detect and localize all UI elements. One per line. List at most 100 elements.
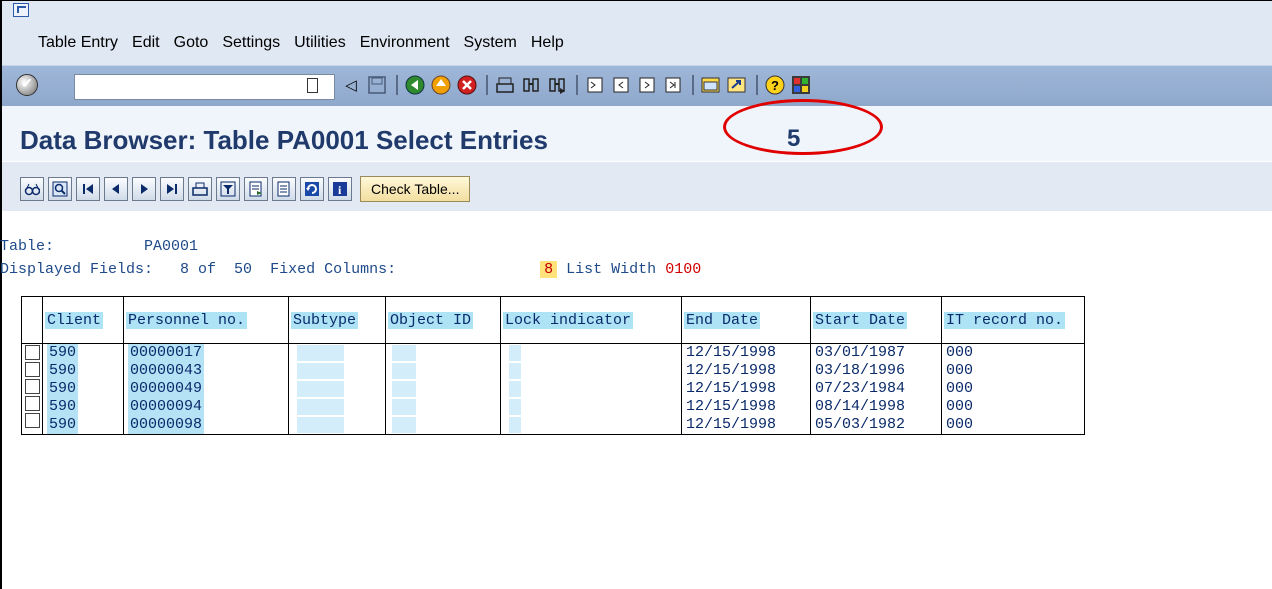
end-date-cell[interactable]: 12/15/1998 [682, 380, 810, 398]
client-cell[interactable]: 590 [43, 416, 123, 434]
refresh-icon[interactable] [300, 177, 324, 201]
end-date-cell[interactable]: 12/15/1998 [682, 398, 810, 416]
print-list-icon[interactable] [188, 177, 212, 201]
column-header-client[interactable]: Client [42, 296, 124, 344]
column-header-personnel-no[interactable]: Personnel no. [123, 296, 289, 344]
lock-indicator-cell[interactable] [509, 344, 681, 362]
personnel-no-cell[interactable]: 00000049 [124, 380, 288, 398]
client-cell[interactable]: 590 [43, 344, 123, 362]
it-record-no-cell[interactable]: 000 [942, 398, 1084, 416]
help-icon[interactable]: ? [764, 74, 786, 96]
start-date-cell[interactable]: 08/14/1998 [811, 398, 941, 416]
export-icon[interactable] [244, 177, 268, 201]
column-header-start-date[interactable]: Start Date [810, 296, 942, 344]
subtype-cell[interactable] [297, 416, 385, 434]
personnel-no-cell[interactable]: 00000094 [124, 398, 288, 416]
lock-indicator-cell[interactable] [509, 362, 681, 380]
next-page-icon[interactable] [636, 74, 658, 96]
object-id-cell[interactable] [392, 398, 500, 416]
first-page-icon[interactable] [584, 74, 606, 96]
object-id-cell[interactable] [392, 416, 500, 434]
start-date-cell[interactable]: 03/18/1996 [811, 362, 941, 380]
end-date-cell[interactable]: 12/15/1998 [682, 344, 810, 362]
menu-environment[interactable]: Environment [360, 34, 450, 52]
column-header-lock-indicator[interactable]: Lock indicator [500, 296, 682, 344]
select-all-header[interactable] [21, 296, 43, 344]
menu-utilities[interactable]: Utilities [294, 34, 346, 52]
list-width-value[interactable]: 0100 [665, 261, 702, 278]
menu-settings[interactable]: Settings [222, 34, 280, 52]
enter-icon[interactable] [16, 74, 38, 96]
back-icon[interactable] [404, 74, 426, 96]
personnel-no-cell[interactable]: 00000017 [124, 344, 288, 362]
object-id-cell[interactable] [392, 362, 500, 380]
next-record-icon[interactable] [132, 177, 156, 201]
column-header-subtype[interactable]: Subtype [288, 296, 386, 344]
it-record-no-cell[interactable]: 000 [942, 416, 1084, 434]
menu-table-entry[interactable]: Table Entry [38, 34, 118, 52]
it-record-no-cell[interactable]: 000 [942, 380, 1084, 398]
it-record-no-cell[interactable]: 000 [942, 362, 1084, 380]
spreadsheet-icon[interactable] [272, 177, 296, 201]
print-icon[interactable] [494, 74, 516, 96]
empty-value [392, 417, 416, 433]
lock-indicator-cell[interactable] [509, 380, 681, 398]
dropdown-icon[interactable] [307, 78, 318, 93]
row-checkbox[interactable] [25, 379, 40, 394]
column-header-it-record-no[interactable]: IT record no. [941, 296, 1085, 344]
start-date-cell[interactable]: 05/03/1982 [811, 416, 941, 434]
row-checkbox[interactable] [25, 413, 40, 428]
check-entries-icon[interactable] [48, 177, 72, 201]
menu-goto[interactable]: Goto [174, 34, 209, 52]
new-session-icon[interactable] [700, 74, 722, 96]
first-record-icon[interactable] [76, 177, 100, 201]
exit-icon[interactable] [430, 74, 452, 96]
row-checkbox[interactable] [25, 345, 40, 360]
column-header-end-date[interactable]: End Date [681, 296, 811, 344]
subtype-cell[interactable] [297, 362, 385, 380]
object-id-cell[interactable] [392, 380, 500, 398]
prev-page-icon[interactable] [610, 74, 632, 96]
find-icon[interactable] [520, 74, 542, 96]
lock-indicator-cell[interactable] [509, 416, 681, 434]
menu-edit[interactable]: Edit [132, 34, 160, 52]
start-date-cell[interactable]: 03/01/1987 [811, 344, 941, 362]
table-info-line: Table: PA0001 [0, 238, 198, 255]
it-record-no-cell[interactable]: 000 [942, 344, 1084, 362]
display-icon[interactable] [20, 177, 44, 201]
row-checkbox[interactable] [25, 396, 40, 411]
object-id-cell[interactable] [392, 344, 500, 362]
highlight-annotation [723, 99, 883, 155]
save-icon[interactable] [366, 74, 388, 96]
last-page-icon[interactable] [662, 74, 684, 96]
command-field[interactable] [74, 74, 335, 100]
shortcut-icon[interactable] [726, 74, 748, 96]
last-record-icon[interactable] [160, 177, 184, 201]
cancel-icon[interactable] [456, 74, 478, 96]
subtype-cell[interactable] [297, 344, 385, 362]
previous-record-icon[interactable] [104, 177, 128, 201]
fixed-columns-value[interactable]: 8 [540, 261, 558, 278]
row-checkbox[interactable] [25, 362, 40, 377]
filter-icon[interactable] [216, 177, 240, 201]
client-cell[interactable]: 590 [43, 398, 123, 416]
end-date-cell[interactable]: 12/15/1998 [682, 416, 810, 434]
column-header-object-id[interactable]: Object ID [385, 296, 501, 344]
system-menu-icon[interactable] [13, 3, 29, 17]
subtype-cell[interactable] [297, 380, 385, 398]
end-date-cell[interactable]: 12/15/1998 [682, 362, 810, 380]
customize-layout-icon[interactable] [790, 74, 812, 96]
info-icon[interactable]: i [328, 177, 352, 201]
check-table-button[interactable]: Check Table... [360, 176, 471, 202]
back-arrow-icon[interactable]: ◁ [340, 74, 362, 96]
menu-system[interactable]: System [464, 34, 517, 52]
subtype-cell[interactable] [297, 398, 385, 416]
lock-indicator-cell[interactable] [509, 398, 681, 416]
personnel-no-cell[interactable]: 00000098 [124, 416, 288, 434]
client-cell[interactable]: 590 [43, 380, 123, 398]
find-next-icon[interactable] [546, 74, 568, 96]
menu-help[interactable]: Help [531, 34, 564, 52]
personnel-no-cell[interactable]: 00000043 [124, 362, 288, 380]
start-date-cell[interactable]: 07/23/1984 [811, 380, 941, 398]
client-cell[interactable]: 590 [43, 362, 123, 380]
